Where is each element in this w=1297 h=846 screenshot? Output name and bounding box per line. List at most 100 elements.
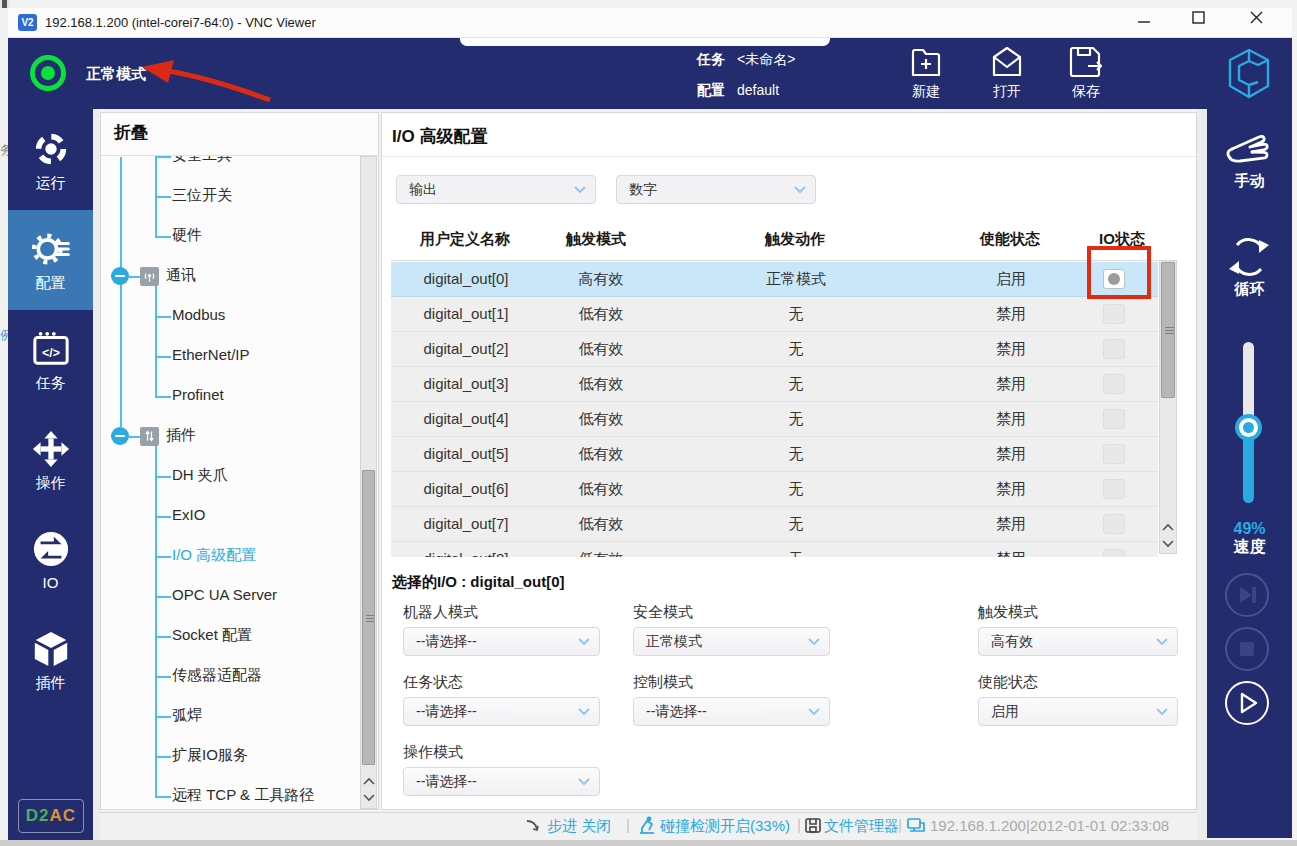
file-manager-link[interactable]: 文件管理器 [824,817,899,836]
open-task-label: 打开 [977,83,1037,101]
io-table-row-2[interactable]: digital_out[2]低有效无禁用 [391,332,1158,367]
tree-item-label: 远程 TCP & 工具路径 [172,786,314,805]
tree-item-扩展IO服务[interactable]: 扩展IO服务 [101,745,359,767]
sidebar-item-io[interactable]: IO [8,510,93,610]
io-table-row-4[interactable]: digital_out[4]低有效无禁用 [391,402,1158,437]
task-label: 任务 [697,51,725,69]
table-scroll-down-icon[interactable] [1162,539,1174,548]
tree-item-ExIO[interactable]: ExIO [101,505,359,527]
io-state-indicator[interactable] [1103,444,1125,464]
tree-item-label: 通讯 [166,266,196,285]
cell-name: digital_out[0] [391,262,541,296]
new-task-button[interactable]: 新建 [896,45,956,101]
form-select-2[interactable]: 高有效 [978,627,1178,656]
open-task-button[interactable]: 打开 [977,45,1037,101]
tree-item-label: 安全工具 [172,156,232,165]
io-direction-select[interactable]: 输出 [396,175,596,204]
step-forward-button[interactable] [1225,573,1269,617]
form-label-6: 操作模式 [403,743,463,762]
io-table-row-0[interactable]: digital_out[0]高有效正常模式启用 [391,262,1158,297]
io-state-indicator[interactable] [1103,269,1125,289]
form-select-4[interactable]: --请选择-- [633,697,830,726]
svg-text:</>: </> [42,346,60,360]
d2ac-right: AC [50,806,77,825]
io-table-row-6[interactable]: digital_out[6]低有效无禁用 [391,472,1158,507]
tree-item-三位开关[interactable]: 三位开关 [101,185,359,207]
collision-detect-status[interactable]: 碰撞检测开启(33%) [660,817,790,836]
maximize-button[interactable] [1192,11,1205,24]
tree-item-Profinet[interactable]: Profinet [101,385,359,407]
minimize-button[interactable] [1138,14,1151,27]
io-state-indicator[interactable] [1103,549,1125,557]
table-scrollbar-thumb[interactable] [1161,262,1175,398]
tree-item-弧焊[interactable]: 弧焊 [101,705,359,727]
sidebar-item-operate[interactable]: 操作 [8,410,93,510]
collapse-minus-icon[interactable] [111,427,129,445]
table-header-3: 使能状态 [980,230,1040,249]
io-table-row-7[interactable]: digital_out[7]低有效无禁用 [391,507,1158,542]
sidebar-item-label: 运行 [8,174,93,193]
speed-slider-handle[interactable] [1235,414,1262,441]
tree-item-通讯[interactable]: 通讯 [101,265,359,287]
tree-item-label: Modbus [172,306,225,323]
io-state-indicator[interactable] [1103,479,1125,499]
manual-mode-icon[interactable] [1223,130,1273,172]
tree-collapse-header[interactable]: 折叠 [114,121,148,144]
form-select-0[interactable]: --请选择-- [403,627,600,656]
tree-item-插件[interactable]: 插件 [101,425,359,447]
io-state-indicator[interactable] [1103,514,1125,534]
cell-enable: 禁用 [931,437,1091,471]
io-state-indicator[interactable] [1103,304,1125,324]
form-select-5[interactable]: 启用 [978,697,1178,726]
tree-item-传感器适配器[interactable]: 传感器适配器 [101,665,359,687]
tree-item-label: 传感器适配器 [172,666,262,685]
cell-name: digital_out[2] [391,332,541,366]
play-icon [1227,683,1267,723]
table-scroll-up-icon[interactable] [1162,523,1174,532]
network-icon [906,817,926,834]
cell-name: digital_out[3] [391,367,541,401]
tree-scrollbar-thumb[interactable] [362,470,375,765]
sidebar-item-run[interactable]: 运行 [8,110,93,210]
io-table-row-3[interactable]: digital_out[3]低有效无禁用 [391,367,1158,402]
io-table-row-5[interactable]: digital_out[5]低有效无禁用 [391,437,1158,472]
io-table-row-1[interactable]: digital_out[1]低有效无禁用 [391,297,1158,332]
form-select-6[interactable]: --请选择-- [403,767,600,796]
tree-item-Socket-配置[interactable]: Socket 配置 [101,625,359,647]
tree-item-远程-TCP-工具路径[interactable]: 远程 TCP & 工具路径 [101,785,359,807]
sidebar-item-label: IO [8,574,93,591]
io-state-indicator[interactable] [1103,409,1125,429]
sidebar-item-plugin[interactable]: 插件 [8,610,93,710]
manual-mode-label[interactable]: 手动 [1207,172,1292,191]
io-swap-icon [32,530,70,572]
tree-scroll-up-icon[interactable] [363,777,375,786]
close-button[interactable] [1250,11,1263,24]
tree-scroll-down-icon[interactable] [363,793,375,802]
sidebar-item-config[interactable]: 配置 [8,210,93,310]
form-select-3[interactable]: --请选择-- [403,697,600,726]
form-select-1[interactable]: 正常模式 [633,627,830,656]
cycle-mode-icon[interactable] [1227,236,1271,278]
divider [382,156,1196,157]
stop-button[interactable] [1225,627,1269,671]
tree-item-Modbus[interactable]: Modbus [101,305,359,327]
step-mode-status[interactable]: 步进 关闭 [547,817,611,836]
background-fragment-strip [0,8,8,846]
sidebar-item-task[interactable]: </>任务 [8,310,93,410]
play-button[interactable] [1225,681,1269,725]
open-file-icon [990,45,1024,79]
io-state-indicator[interactable] [1103,339,1125,359]
io-table-row-8[interactable]: digital_out[8]低有效无禁用 [391,542,1158,557]
collapse-minus-icon[interactable] [111,267,129,285]
io-type-select[interactable]: 数字 [616,175,816,204]
tree-item-EtherNet-IP[interactable]: EtherNet/IP [101,345,359,367]
tree-item-label: 扩展IO服务 [172,746,248,765]
tree-item-DH-夹爪[interactable]: DH 夹爪 [101,465,359,487]
tree-item-安全工具[interactable]: 安全工具 [101,156,359,167]
io-state-indicator[interactable] [1103,374,1125,394]
tree-item-硬件[interactable]: 硬件 [101,225,359,247]
tree-item-OPC-UA-Server[interactable]: OPC UA Server [101,585,359,607]
cycle-mode-label[interactable]: 循环 [1207,280,1292,299]
tree-item-I-O-高级配置[interactable]: I/O 高级配置 [101,545,359,567]
save-task-button[interactable]: 保存 [1056,45,1116,101]
